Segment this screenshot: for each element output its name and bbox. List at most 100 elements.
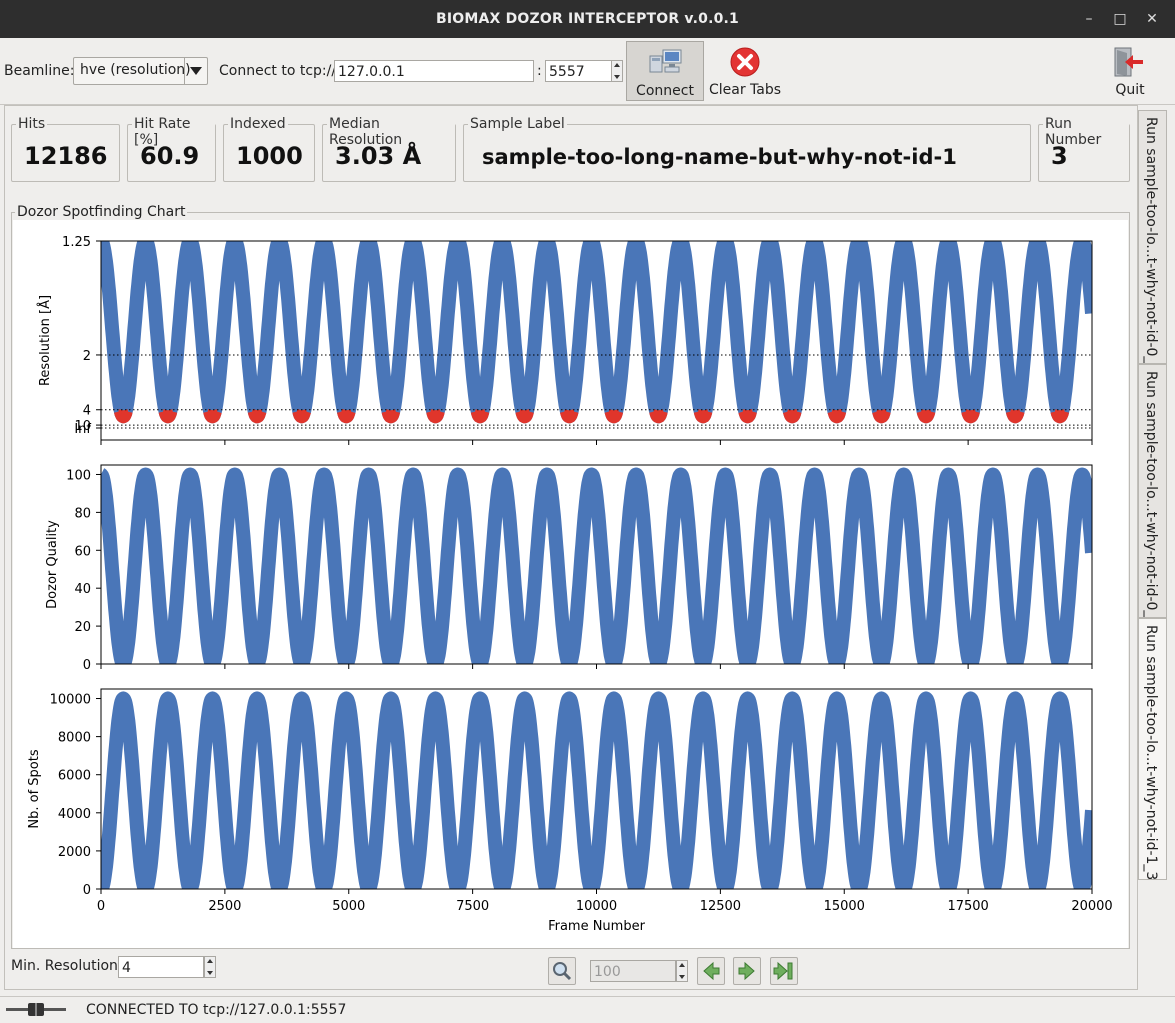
clear-tabs-label: Clear Tabs — [708, 82, 782, 98]
status-bar: CONNECTED TO tcp://127.0.0.1:5557 — [0, 996, 1175, 1023]
y-tick-label: 6000 — [58, 769, 91, 784]
skip-end-icon — [773, 961, 793, 981]
run-number-box: Run Number 3 — [1038, 116, 1130, 182]
host-input[interactable]: 127.0.0.1 — [334, 60, 534, 82]
y-tick-label: 0 — [83, 883, 91, 898]
x-tick-label: 15000 — [824, 899, 865, 914]
resolution-series — [101, 241, 1092, 424]
y-tick-label: 40 — [74, 582, 91, 597]
next-button[interactable] — [733, 957, 761, 985]
zoom-button[interactable] — [548, 957, 576, 985]
previous-button[interactable] — [697, 957, 725, 985]
chart-canvas[interactable]: 1.25 2 4 10 Inf Resolution [Å] 0 20 40 60 80 100 Doz… — [13, 220, 1128, 948]
indexed-value: 1000 — [236, 142, 303, 170]
tab-run-2-label: Run sample-too-lo...t-why-not-id-0_2 — [1143, 371, 1159, 618]
chart-group-title: Dozor Spotfinding Chart — [15, 204, 188, 220]
x-tick-label: 12500 — [700, 899, 741, 914]
y-tick-label: 20 — [74, 620, 91, 635]
clear-tabs-button[interactable]: Clear Tabs — [706, 41, 784, 101]
y-tick-label: 100 — [66, 468, 91, 483]
sample-label-label: Sample Label — [468, 116, 567, 132]
hits-label: Hits — [16, 116, 48, 132]
spots-series — [101, 691, 1092, 889]
x-tick-label: 5000 — [332, 899, 365, 914]
x-tick-label: 10000 — [576, 899, 617, 914]
last-button[interactable] — [770, 957, 798, 985]
window-titlebar: BIOMAX DOZOR INTERCEPTOR v.0.0.1 – □ ✕ — [0, 0, 1175, 38]
sample-label-box: Sample Label sample-too-long-name-but-wh… — [463, 116, 1031, 182]
dozor-charts: 1.252410InfResolution [Å]020406080100Doz… — [27, 235, 1113, 934]
y-tick-label: 60 — [74, 544, 91, 559]
window-title: BIOMAX DOZOR INTERCEPTOR v.0.0.1 — [435, 11, 740, 27]
close-icon[interactable]: ✕ — [1141, 8, 1163, 30]
indexed-box: Indexed 1000 — [223, 116, 315, 182]
x-tick-label: 20000 — [1071, 899, 1112, 914]
y-tick-label: 2 — [83, 349, 91, 364]
port-input[interactable]: 5557 — [545, 60, 612, 82]
connect-label: Connect to tcp:// — [219, 63, 337, 79]
quality-series — [101, 467, 1092, 664]
port-stepper[interactable] — [611, 60, 623, 82]
quit-button[interactable]: Quit — [1104, 41, 1156, 101]
hit-rate-value: 60.9 — [140, 142, 200, 170]
quality-line — [101, 467, 1092, 664]
hits-value: 12186 — [24, 142, 108, 170]
y-axis-label: Dozor Quality — [45, 520, 60, 609]
connect-button-label: Connect — [636, 83, 694, 99]
y-tick-label: 4000 — [58, 807, 91, 822]
chevron-down-icon[interactable] — [184, 58, 207, 84]
step-input[interactable]: 100 — [590, 960, 676, 982]
maximize-icon[interactable]: □ — [1109, 8, 1131, 30]
beamline-select[interactable]: hve (resolution) — [73, 57, 208, 85]
resolution-line — [101, 241, 1092, 424]
y-axis-label: Nb. of Spots — [27, 749, 42, 828]
run-number-value: 3 — [1051, 142, 1068, 170]
y-tick-label: 0 — [83, 658, 91, 673]
hits-box: Hits 12186 — [11, 116, 120, 182]
x-tick-label: 0 — [97, 899, 105, 914]
beamline-value: hve (resolution) — [80, 62, 191, 78]
beamline-label: Beamline: — [4, 63, 75, 79]
resolution-highlight — [114, 406, 1070, 424]
arrow-right-icon — [738, 961, 755, 981]
tab-run-3[interactable]: Run sample-too-lo...t-why-not-id-1_3 — [1138, 618, 1167, 880]
median-resolution-value: 3.03 Å — [335, 142, 422, 170]
x-tick-label: 2500 — [208, 899, 241, 914]
y-tick-label: 1.25 — [62, 235, 91, 250]
sample-label-value: sample-too-long-name-but-why-not-id-1 — [482, 145, 957, 169]
min-resolution-stepper[interactable] — [204, 956, 216, 978]
connect-button[interactable]: Connect — [626, 41, 704, 101]
y-axis-label: Resolution [Å] — [37, 295, 53, 386]
median-resolution-box: Median Resolution 3.03 Å — [322, 116, 456, 182]
y-tick-label: 80 — [74, 506, 91, 521]
indexed-label: Indexed — [228, 116, 288, 132]
y-tick-label: 8000 — [58, 731, 91, 746]
y-tick-label: Inf — [74, 422, 91, 437]
connection-plug-icon — [6, 1003, 66, 1016]
min-resolution-label: Min. Resolution — [11, 958, 118, 974]
status-text: CONNECTED TO tcp://127.0.0.1:5557 — [86, 1002, 347, 1018]
exit-icon — [1114, 47, 1143, 77]
toolbar: Beamline: hve (resolution) Connect to tc… — [0, 38, 1175, 105]
spots-line — [101, 691, 1092, 889]
x-axis-label: Frame Number — [548, 919, 646, 934]
tab-run-3-label: Run sample-too-lo...t-why-not-id-1_3 — [1143, 625, 1159, 880]
magnifier-icon — [553, 962, 572, 981]
tab-run-2[interactable]: Run sample-too-lo...t-why-not-id-0_2 — [1138, 364, 1167, 618]
hit-rate-box: Hit Rate [%] 60.9 — [127, 116, 216, 182]
minimize-icon[interactable]: – — [1078, 8, 1100, 30]
x-tick-label: 17500 — [947, 899, 988, 914]
x-tick-label: 7500 — [456, 899, 489, 914]
arrow-left-icon — [703, 961, 720, 981]
y-tick-label: 4 — [83, 404, 91, 419]
quit-label: Quit — [1115, 82, 1145, 98]
tab-run-1-label: Run sample-too-lo...t-why-not-id-0_1 — [1143, 117, 1159, 364]
network-icon — [649, 49, 682, 73]
port-colon: : — [537, 63, 542, 79]
min-resolution-input[interactable]: 4 — [118, 956, 204, 978]
step-stepper[interactable] — [676, 960, 688, 982]
tab-run-1[interactable]: Run sample-too-lo...t-why-not-id-0_1 — [1138, 110, 1167, 364]
y-tick-label: 2000 — [58, 845, 91, 860]
delete-icon — [730, 47, 760, 77]
y-tick-label: 10000 — [50, 693, 91, 708]
